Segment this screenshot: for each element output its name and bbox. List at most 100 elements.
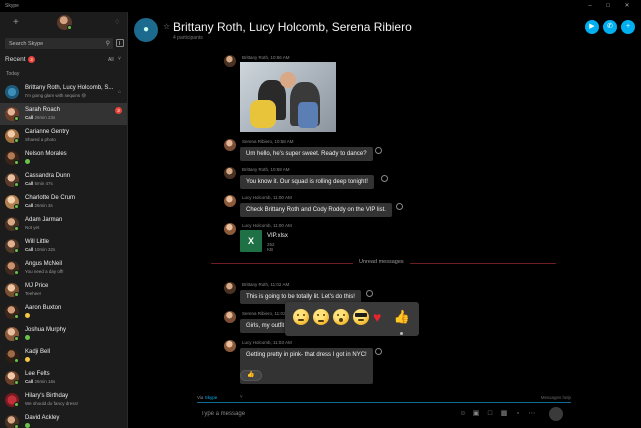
message-bubble[interactable]: Check Brittany Roth and Cody Roddy on th… <box>240 203 392 217</box>
contact-last-message: Not yet <box>25 225 40 230</box>
sender-avatar[interactable] <box>224 55 236 67</box>
my-status-icon <box>67 25 72 30</box>
send-icon[interactable] <box>549 407 563 421</box>
composer-focus-line <box>197 402 571 403</box>
sender-avatar[interactable] <box>224 167 236 179</box>
contact-last-message: Call 26min 23s <box>25 115 56 120</box>
search-icon[interactable]: ⚲ <box>106 40 110 47</box>
sender-avatar[interactable] <box>224 340 236 352</box>
maximize-icon[interactable]: □ <box>601 1 615 11</box>
recent-filter-dropdown[interactable]: All <box>108 57 114 63</box>
add-reaction-icon[interactable] <box>381 175 388 182</box>
cheeky-emoji-icon[interactable] <box>293 309 309 325</box>
image-icon[interactable]: ▣ <box>472 410 480 418</box>
shared-photo[interactable] <box>240 62 336 132</box>
sender-avatar[interactable] <box>224 282 236 294</box>
contact-name: Lee Felts <box>25 371 50 377</box>
message-input[interactable] <box>197 408 397 420</box>
via-label: Via Skype <box>197 395 218 400</box>
online-status-icon <box>14 270 19 275</box>
sender-avatar[interactable] <box>224 311 236 323</box>
add-participant-button[interactable]: + <box>621 20 635 34</box>
recent-header: Recent 3 All ˅ <box>0 54 127 66</box>
contact-last-message <box>25 335 30 341</box>
via-skype-link[interactable]: Skype <box>205 395 218 400</box>
chat-title[interactable]: Brittany Roth, Lucy Holcomb, Serena Ribi… <box>173 20 412 34</box>
heart-icon[interactable]: ♥ <box>373 310 381 324</box>
sender-avatar[interactable] <box>224 139 236 151</box>
more-icon[interactable]: ⋯ <box>528 410 536 418</box>
contact-list-item[interactable]: MJ Price Teehee! <box>0 279 127 301</box>
contact-list-item[interactable]: David Ackley <box>0 411 127 428</box>
file-name[interactable]: VIP.xlsx <box>267 233 288 239</box>
chevron-down-icon[interactable]: ˅ <box>118 56 121 62</box>
participants-count[interactable]: 4 participants <box>173 35 203 41</box>
contact-list-item[interactable]: Lee Felts Call 26min 16s <box>0 367 127 389</box>
contact-card-icon[interactable]: ▩ <box>500 410 508 418</box>
message-text: Getting pretty in pink- that dress I got… <box>246 352 367 358</box>
add-reaction-icon[interactable] <box>375 348 382 355</box>
favorite-star-icon[interactable]: ☆ <box>163 22 170 31</box>
contact-name: Adam Jarman <box>25 217 63 223</box>
contact-last-message: Call 5min 47s <box>25 181 53 186</box>
thumbs-up-icon[interactable]: 👍 <box>393 308 411 326</box>
sender-avatar[interactable] <box>224 223 236 235</box>
surprised-emoji-icon[interactable] <box>333 309 349 325</box>
contact-name: David Ackley <box>25 415 60 421</box>
add-reaction-icon[interactable] <box>366 290 373 297</box>
contact-list-item[interactable]: Cassandra Dunn Call 5min 47s <box>0 169 127 191</box>
notification-bell-icon[interactable]: ♢ <box>114 18 120 26</box>
message-bubble[interactable]: You know it. Our squad is rolling deep t… <box>240 175 374 189</box>
message-meta: Brittany Roth, 10:59 AM <box>242 167 290 172</box>
audio-call-button[interactable]: ✆ <box>603 20 617 34</box>
thumbs-up-reaction[interactable]: 👍 <box>240 370 262 381</box>
contact-list-item[interactable]: Hilary's Birthday We should do fancy dres… <box>0 389 127 411</box>
contact-list-item[interactable]: Joshua Murphy <box>0 323 127 345</box>
contact-last-message: Call 10min 32s <box>25 247 56 252</box>
contact-name: Aaron Buxton <box>25 305 62 311</box>
online-status-icon <box>14 424 19 428</box>
close-icon[interactable]: ✕ <box>620 1 634 11</box>
cry-emoji-icon[interactable] <box>313 309 329 325</box>
contact-list-item[interactable]: Adam Jarman Not yet <box>0 213 127 235</box>
cool-emoji-icon[interactable] <box>353 309 369 325</box>
contact-last-message: You need a day off! <box>25 269 64 274</box>
contact-list-item[interactable]: Kadji Bell <box>0 345 127 367</box>
excel-file-icon[interactable]: X <box>240 230 262 252</box>
dialpad-icon[interactable] <box>116 39 124 47</box>
message-meta: Brittany Roth, 10:56 AM <box>242 55 290 60</box>
video-call-button[interactable]: ▶ <box>585 20 599 34</box>
sender-avatar[interactable] <box>224 195 236 207</box>
file-icon[interactable]: □ <box>486 410 494 418</box>
unread-messages-label: Unread messages <box>353 259 410 265</box>
messages-hint[interactable]: Messages help <box>541 395 571 400</box>
group-avatar[interactable]: ● <box>134 18 158 42</box>
contact-name: Charlotte De Crum <box>25 195 76 201</box>
message-bubble[interactable]: Um hello, he's super sweet. Ready to dan… <box>240 147 373 161</box>
contact-list-item[interactable]: Aaron Buxton <box>0 301 127 323</box>
contact-name: Angus McNeil <box>25 261 63 267</box>
contact-list-item[interactable]: Brittany Roth, Lucy Holcomb, S... I'm goi… <box>0 81 127 103</box>
add-reaction-icon[interactable] <box>375 147 382 154</box>
video-message-icon[interactable]: ▫ <box>514 410 522 418</box>
emoticon-icon[interactable]: ☺ <box>459 410 467 418</box>
mouse-cursor <box>400 332 403 335</box>
message-meta: Lucy Holcomb, 11:00 AM <box>242 223 292 228</box>
message-bubble[interactable]: Girls, my outfit <box>240 319 291 333</box>
contact-list-item[interactable]: Carianne Gentry Shared a photo <box>0 125 127 147</box>
contact-list-item[interactable]: Will Little Call 10min 32s <box>0 235 127 257</box>
online-status-icon <box>14 226 19 231</box>
emoticon-icon <box>25 159 30 165</box>
contact-avatar <box>5 85 19 99</box>
new-chat-plus-icon[interactable]: + <box>13 17 19 28</box>
minimize-icon[interactable]: – <box>583 1 597 11</box>
app-title: Skype <box>5 3 19 9</box>
chevron-down-icon[interactable]: ˅ <box>240 394 243 399</box>
contact-list-item[interactable]: Charlotte De Crum Call 26min 3s <box>0 191 127 213</box>
search-input[interactable] <box>5 38 99 49</box>
add-reaction-icon[interactable] <box>396 203 403 210</box>
search-box[interactable]: ⚲ <box>5 38 113 49</box>
contact-list-item[interactable]: Sarah Roach Call 26min 23s 3 <box>0 103 127 125</box>
contact-list-item[interactable]: Angus McNeil You need a day off! <box>0 257 127 279</box>
contact-list-item[interactable]: Nelson Morales <box>0 147 127 169</box>
